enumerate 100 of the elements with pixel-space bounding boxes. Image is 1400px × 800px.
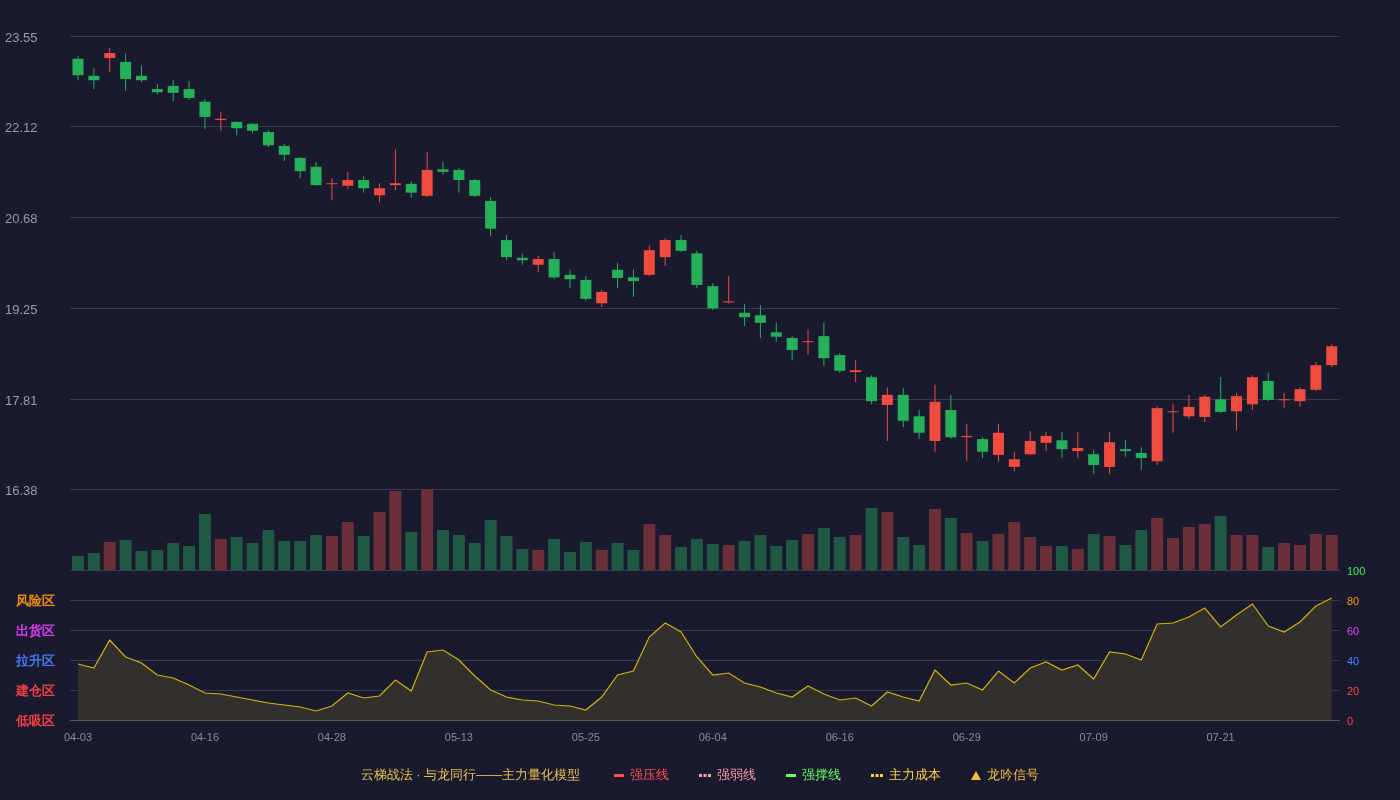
candlestick (945, 394, 957, 440)
volume-bar (833, 537, 846, 570)
axis-label: 80 (1347, 594, 1360, 607)
candlestick (850, 359, 862, 383)
volume-bar (659, 535, 672, 570)
volume-bar (1024, 537, 1037, 570)
candlestick (612, 262, 624, 289)
zone-label: 低吸区 (16, 713, 55, 728)
candlestick (231, 120, 243, 136)
candlestick (739, 303, 751, 327)
volume-bar (992, 534, 1005, 570)
candlestick (786, 335, 798, 361)
volume-bar (770, 546, 783, 570)
candlestick (453, 167, 465, 194)
candlestick (913, 409, 925, 440)
candlestick (389, 149, 401, 191)
volume-bar (944, 518, 957, 570)
volume-bar (706, 544, 719, 570)
candlestick (421, 151, 433, 198)
candlestick (374, 182, 386, 203)
volume-bar (548, 539, 561, 570)
volume-bar (230, 537, 243, 570)
candlestick (1119, 439, 1131, 458)
candlestick (167, 79, 179, 102)
candlestick (405, 180, 417, 199)
volume-bar (849, 535, 862, 570)
volume-bar (627, 550, 640, 570)
candlestick (691, 250, 703, 289)
volume-bar (198, 514, 211, 570)
volume-bar (135, 551, 148, 570)
volume-bar (119, 540, 132, 570)
volume-bar (1230, 535, 1243, 570)
candlestick (1104, 431, 1116, 475)
candlestick (1199, 394, 1211, 423)
legend-label: 主力成本 (889, 766, 942, 784)
candlestick (881, 386, 893, 442)
candlestick (104, 47, 116, 73)
legend-label: 强弱线 (717, 766, 757, 784)
candlestick (485, 196, 497, 237)
volume-bar (516, 549, 529, 570)
volume-bar (1151, 518, 1164, 570)
axis-label: 20 (1347, 684, 1360, 697)
volume-bar (325, 536, 338, 570)
volume-bar (929, 509, 941, 570)
axis-label: 19.25 (5, 301, 38, 317)
legend-label: 龙吟信号 (987, 766, 1040, 784)
axis-label: 06-16 (825, 731, 854, 743)
volume-bar (675, 547, 688, 570)
axis-label: 06-29 (952, 731, 981, 743)
candlestick (469, 178, 481, 198)
axis-label: 07-09 (1079, 731, 1108, 743)
volume-bar (1262, 547, 1275, 570)
candlestick (675, 234, 687, 253)
volume-bar (976, 541, 989, 570)
legend-label: 强撑线 (802, 766, 842, 784)
candlestick (136, 65, 147, 83)
candlestick (1072, 431, 1084, 459)
candlestick (437, 161, 449, 176)
volume-bar (1103, 536, 1116, 570)
candlestick (88, 67, 100, 90)
volume-bar (1214, 516, 1227, 570)
volume-bar (500, 536, 513, 570)
candlestick (1262, 372, 1274, 402)
volume-bar (1008, 522, 1021, 570)
volume-bar (532, 550, 545, 570)
candlestick (818, 322, 830, 367)
candlestick (929, 384, 941, 453)
candlestick (897, 387, 909, 428)
axis-label: 05-25 (571, 731, 600, 743)
candlestick (802, 329, 814, 356)
candlestick (1294, 386, 1306, 408)
axis-label: 0 (1347, 714, 1354, 727)
volume-bar (405, 532, 418, 570)
candlestick (262, 129, 274, 148)
volume-bar (103, 542, 116, 570)
volume-bar (246, 543, 259, 570)
candlestick (961, 423, 973, 462)
candlestick (992, 423, 1004, 463)
volume-bar (960, 533, 973, 570)
volume-bar (373, 512, 386, 570)
candlestick (1183, 394, 1195, 420)
candlestick (977, 436, 989, 459)
zone-label: 出货区 (16, 623, 55, 638)
candlestick (564, 269, 576, 289)
volume-bar (563, 552, 576, 570)
volume-bar (1182, 527, 1195, 570)
axis-label: 40 (1347, 654, 1360, 667)
volume-bar (817, 528, 830, 570)
candlestick (501, 234, 512, 261)
candlestick (151, 83, 163, 95)
volume-bar (1119, 545, 1132, 570)
volume-bar (167, 543, 180, 570)
volume-bar (913, 545, 926, 570)
candlestick (770, 321, 782, 343)
volume-bar (341, 522, 354, 570)
candlestick (707, 282, 719, 311)
candlestick (1278, 392, 1290, 409)
candlestick (1056, 431, 1068, 459)
volume-bar (1135, 530, 1148, 570)
volume-bar (595, 550, 608, 570)
